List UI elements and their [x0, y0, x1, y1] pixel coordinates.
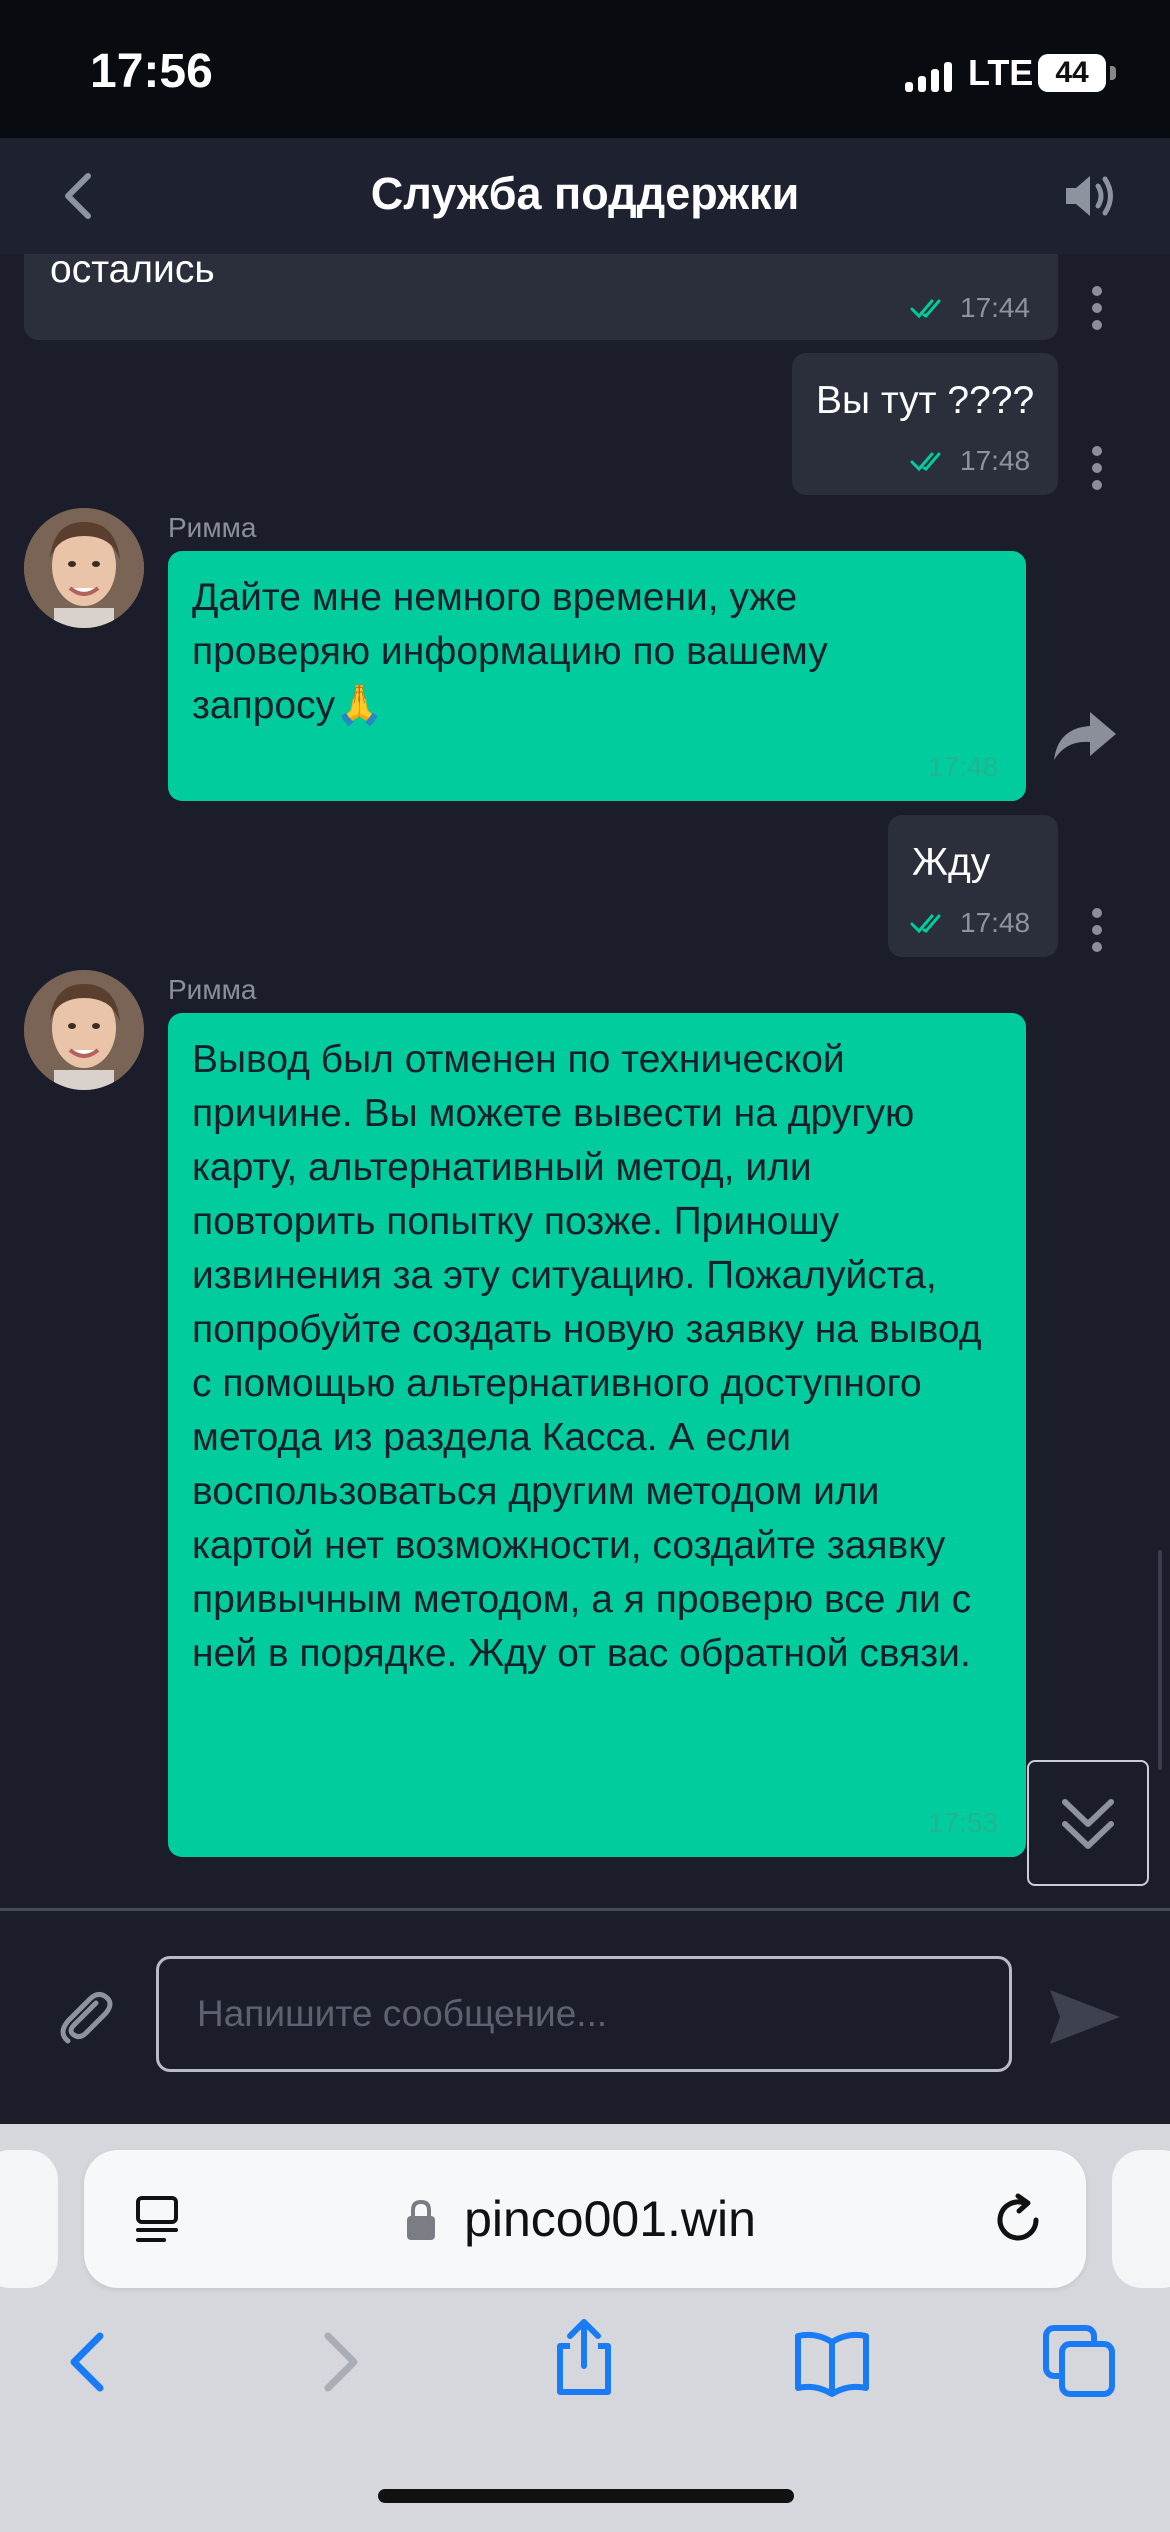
- bookmarks-button[interactable]: [792, 2322, 872, 2402]
- message-menu-button[interactable]: [1092, 286, 1104, 332]
- network-label: LTE: [968, 52, 1034, 93]
- attach-button[interactable]: [52, 1985, 116, 2049]
- message-text: Дайте мне немного времени, уже проверяю …: [192, 576, 828, 727]
- double-check-icon: [910, 914, 941, 934]
- share-arrow-icon: [1054, 712, 1116, 760]
- chevron-left-icon: [70, 2332, 104, 2392]
- message-time: 17:44: [960, 292, 1031, 323]
- send-button[interactable]: [1046, 1984, 1124, 2050]
- double-check-icon: [910, 452, 941, 472]
- double-chevron-down-icon: [1062, 1799, 1114, 1849]
- forward-button[interactable]: [1050, 706, 1120, 766]
- message-text: Вы тут ????: [816, 379, 1035, 422]
- browser-back-button[interactable]: [48, 2322, 128, 2402]
- message-outgoing: Жду 17:48: [888, 815, 1058, 957]
- sound-button[interactable]: [1060, 168, 1120, 224]
- message-text: Вывод был отменен по технической причине…: [192, 1038, 982, 1675]
- message-incoming: Дайте мне немного времени, уже проверяю …: [168, 551, 1026, 801]
- status-time: 17:56: [90, 45, 213, 98]
- chat-area[interactable]: остались 17:44 Вы тут ???? 17:48 Римма Д…: [0, 254, 1170, 1908]
- message-menu-button[interactable]: [1092, 446, 1104, 492]
- message-time: 17:53: [928, 1807, 999, 1838]
- chevron-right-icon: [324, 2332, 358, 2392]
- share-button[interactable]: [544, 2316, 624, 2396]
- message-text: Жду: [912, 841, 991, 884]
- message-time: 17:48: [960, 445, 1031, 476]
- url-value: pinco001.win: [464, 2191, 756, 2247]
- avatar: [24, 970, 144, 1090]
- message-input[interactable]: [156, 1956, 1012, 2072]
- scroll-down-button[interactable]: [1027, 1760, 1149, 1886]
- paperclip-icon: [60, 1991, 113, 2044]
- message-time: 17:48: [960, 907, 1031, 938]
- sender-name: Римма: [168, 974, 257, 1005]
- avatar: [24, 508, 144, 628]
- message-text: остались: [50, 254, 215, 291]
- signal-icon: [905, 60, 955, 92]
- message-menu-button[interactable]: [1092, 908, 1104, 954]
- page-title: Служба поддержки: [370, 168, 800, 219]
- scrollbar[interactable]: [1158, 1550, 1162, 1770]
- battery-tip: [1110, 66, 1116, 80]
- message-outgoing: остались 17:44: [24, 254, 1058, 340]
- battery-level: 44: [1055, 56, 1089, 89]
- browser-forward-button[interactable]: [300, 2322, 380, 2402]
- double-check-icon: [910, 299, 941, 319]
- send-icon: [1050, 1990, 1120, 2044]
- tabs-icon: [1043, 2325, 1115, 2397]
- battery-icon: 44: [1038, 54, 1106, 92]
- message-outgoing: Вы тут ???? 17:48: [792, 353, 1058, 495]
- message-incoming: Вывод был отменен по технической причине…: [168, 1013, 1026, 1857]
- tabs-button[interactable]: [1040, 2322, 1120, 2402]
- avatar-photo: [24, 970, 144, 1090]
- reload-button[interactable]: [988, 2190, 1048, 2250]
- reload-icon: [997, 2193, 1039, 2241]
- book-icon: [795, 2331, 869, 2397]
- avatar-photo: [24, 508, 144, 628]
- share-icon: [557, 2319, 611, 2395]
- sender-name: Римма: [168, 512, 257, 543]
- home-indicator: [378, 2489, 794, 2503]
- speaker-icon: [1066, 176, 1113, 216]
- message-time: 17:48: [928, 751, 999, 782]
